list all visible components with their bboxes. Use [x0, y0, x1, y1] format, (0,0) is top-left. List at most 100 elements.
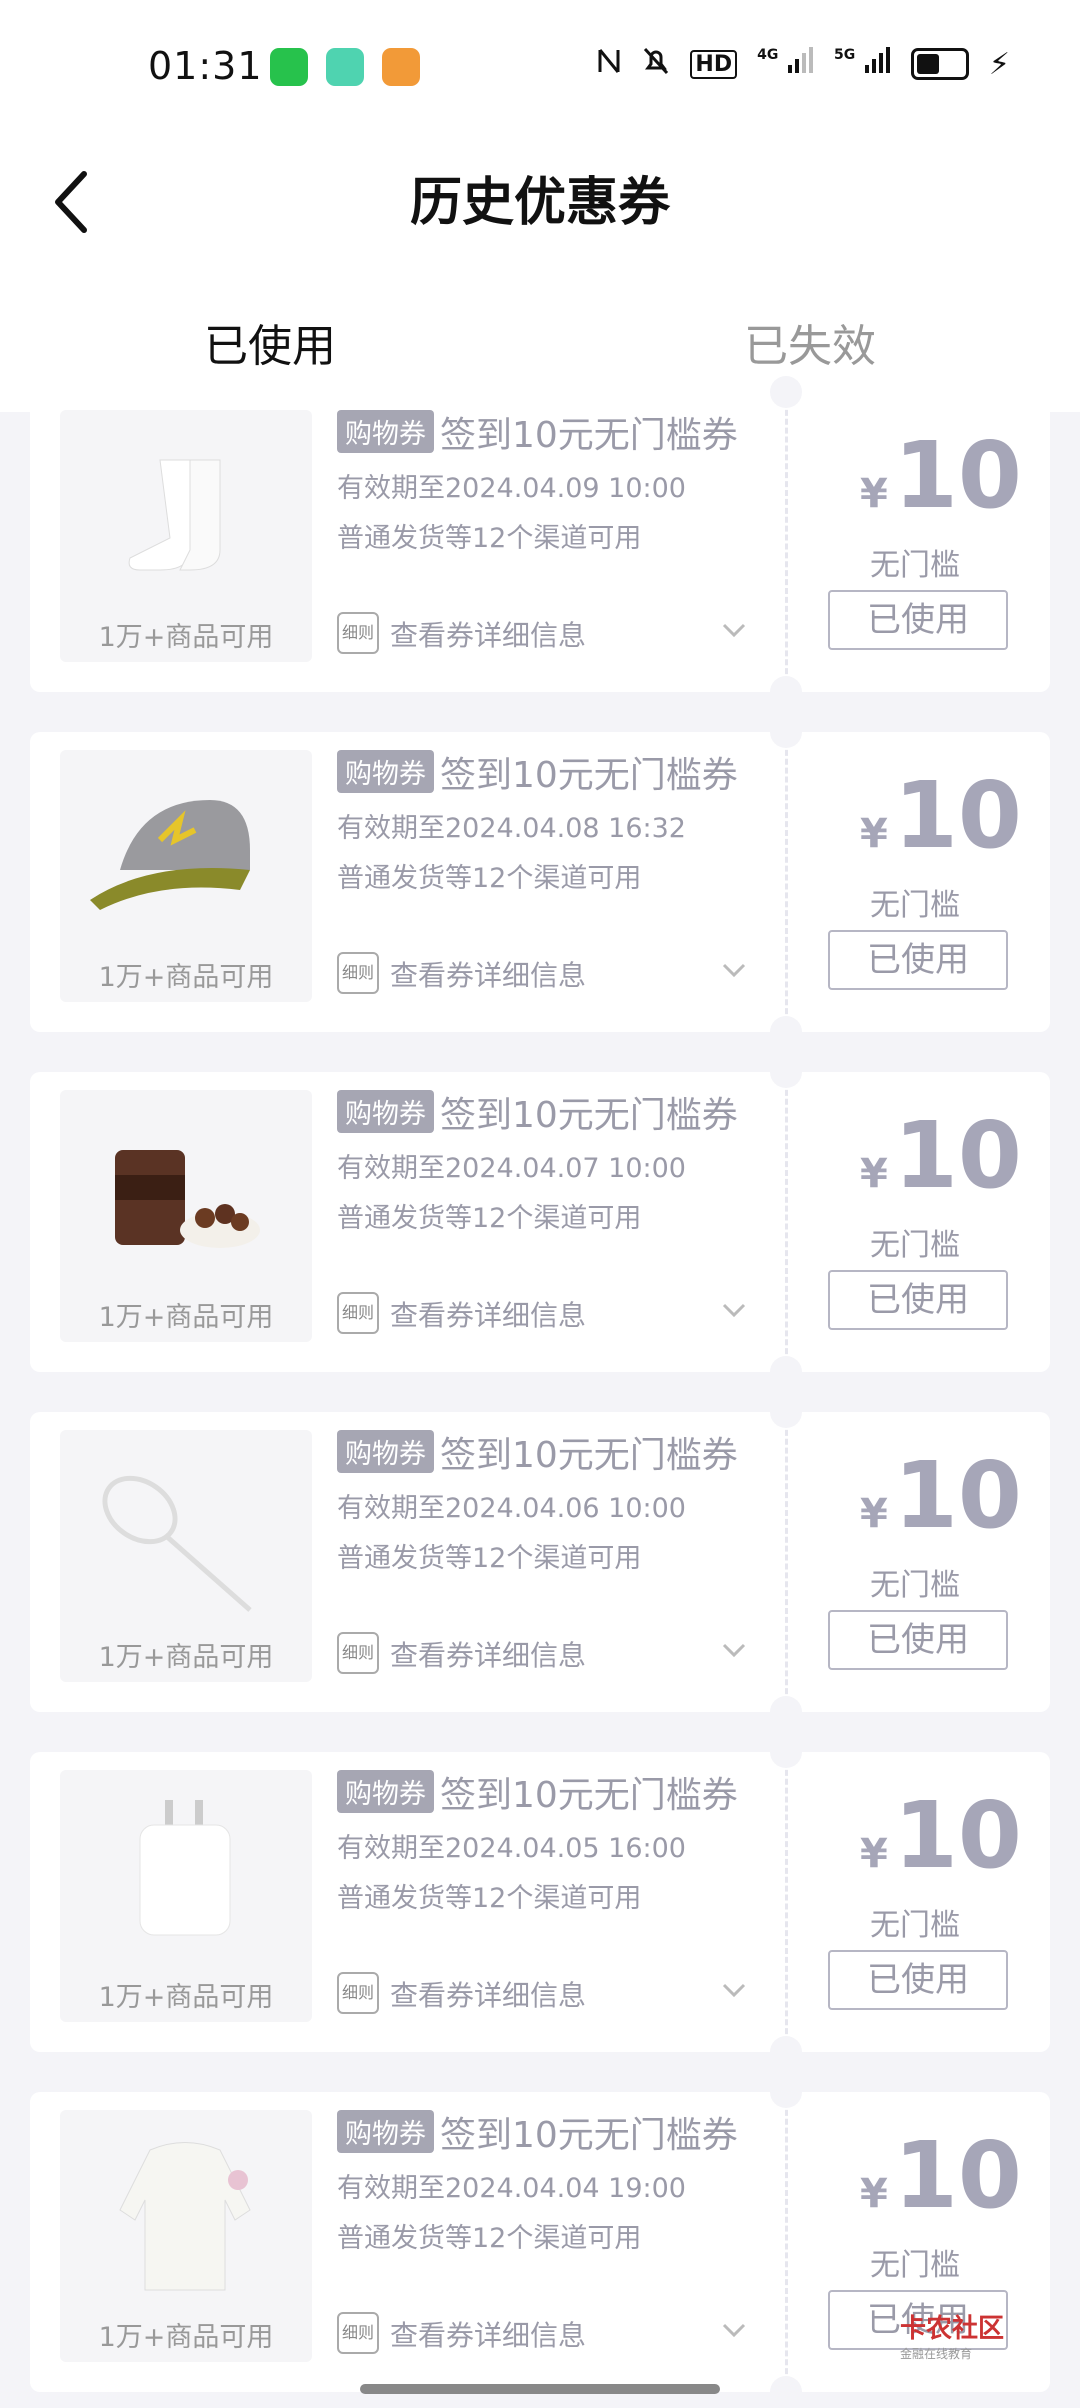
coupon-card[interactable]: 1万+商品可用 购物券 签到10元无门槛券 有效期至2024.04.08 16:… — [30, 716, 1050, 1048]
coupon-card[interactable]: 1万+商品可用 购物券 签到10元无门槛券 有效期至2024.04.09 10:… — [30, 376, 1050, 708]
coupon-expiry: 有效期至2024.04.05 16:00 — [337, 1833, 686, 1864]
used-status-button[interactable]: 已使用 — [828, 1950, 1008, 2010]
coupon-expiry: 有效期至2024.04.06 10:00 — [337, 1493, 686, 1524]
coupon-amount: ¥10 — [860, 2122, 1022, 2229]
coupon-type-badge: 购物券 — [337, 2110, 434, 2153]
coupon-title: 签到10元无门槛券 — [440, 1435, 738, 1476]
badminton-racket-icon — [60, 1430, 312, 1630]
view-details-link[interactable]: 查看券详细信息 — [390, 2314, 586, 2354]
coupon-divider — [785, 392, 788, 692]
product-thumbnail: 1万+商品可用 — [60, 750, 312, 1002]
coupon-notch — [770, 376, 802, 408]
thumb-caption: 1万+商品可用 — [98, 962, 274, 993]
currency-symbol: ¥ — [860, 1831, 888, 1877]
system-indicators: HD 4G 5G ⚡ — [596, 46, 1010, 82]
coupon-type-badge: 购物券 — [337, 1430, 434, 1473]
coupon-title: 签到10元无门槛券 — [440, 2115, 738, 2156]
coupon-threshold: 无门槛 — [870, 548, 960, 583]
tab-expired[interactable]: 已失效 — [720, 310, 900, 374]
used-status-button[interactable]: 已使用 — [828, 930, 1008, 990]
detail-info-icon: 细则 — [337, 1292, 379, 1334]
product-thumbnail: 1万+商品可用 — [60, 2110, 312, 2362]
chevron-down-icon[interactable] — [720, 2316, 748, 2344]
coupon-divider — [785, 732, 788, 1032]
status-bar: 01:31 HD 4G 5G ⚡ — [0, 0, 1080, 130]
coupon-channel: 普通发货等12个渠道可用 — [337, 1883, 642, 1914]
app-notification-icon — [270, 48, 308, 86]
coupon-notch — [770, 1356, 802, 1388]
coupon-threshold: 无门槛 — [870, 1228, 960, 1263]
coupon-divider — [785, 2092, 788, 2392]
signal-4g-icon: 4G — [757, 47, 814, 81]
socks-icon — [60, 410, 312, 610]
coupon-notch — [770, 1736, 802, 1768]
used-status-button[interactable]: 已使用 — [828, 590, 1008, 650]
coupon-divider — [785, 1752, 788, 2052]
used-status-button[interactable]: 已使用 — [828, 1610, 1008, 1670]
home-indicator[interactable] — [360, 2384, 720, 2394]
coupon-title: 签到10元无门槛券 — [440, 1775, 738, 1816]
view-details-link[interactable]: 查看券详细信息 — [390, 1974, 586, 2014]
thumb-caption: 1万+商品可用 — [98, 622, 274, 653]
chevron-down-icon[interactable] — [720, 616, 748, 644]
page-title: 历史优惠券 — [409, 173, 670, 233]
view-details-link[interactable]: 查看券详细信息 — [390, 614, 586, 654]
coupon-card[interactable]: 1万+商品可用 购物券 签到10元无门槛券 有效期至2024.04.07 10:… — [30, 1056, 1050, 1388]
mute-bell-icon — [642, 46, 670, 82]
coupon-channel: 普通发货等12个渠道可用 — [337, 863, 642, 894]
coupon-notch — [770, 1016, 802, 1048]
detail-info-icon: 细则 — [337, 1632, 379, 1674]
snack-jar-icon — [60, 1090, 312, 1290]
chevron-down-icon[interactable] — [720, 956, 748, 984]
coupon-notch — [770, 2076, 802, 2108]
coupon-amount: ¥10 — [860, 1782, 1022, 1889]
chevron-down-icon[interactable] — [720, 1976, 748, 2004]
coupon-threshold: 无门槛 — [870, 2248, 960, 2283]
detail-info-icon: 细则 — [337, 952, 379, 994]
view-details-link[interactable]: 查看券详细信息 — [390, 1294, 586, 1334]
detail-info-icon: 细则 — [337, 1972, 379, 2014]
app-notification-icon — [382, 48, 420, 86]
chevron-down-icon[interactable] — [720, 1636, 748, 1664]
currency-symbol: ¥ — [860, 811, 888, 857]
coupon-expiry: 有效期至2024.04.09 10:00 — [337, 473, 686, 504]
coupon-title: 签到10元无门槛券 — [440, 755, 738, 796]
coupon-type-badge: 购物券 — [337, 750, 434, 793]
coupon-type-badge: 购物券 — [337, 1090, 434, 1133]
coupon-expiry: 有效期至2024.04.08 16:32 — [337, 813, 686, 844]
charger-icon — [60, 1770, 312, 1970]
coupon-type-badge: 购物券 — [337, 410, 434, 453]
coupon-notch — [770, 716, 802, 748]
currency-symbol: ¥ — [860, 1491, 888, 1537]
thumb-caption: 1万+商品可用 — [98, 1982, 274, 2013]
tab-used[interactable]: 已使用 — [180, 310, 360, 374]
coupon-card[interactable]: 1万+商品可用 购物券 签到10元无门槛券 有效期至2024.04.06 10:… — [30, 1396, 1050, 1728]
currency-symbol: ¥ — [860, 1151, 888, 1197]
amount-value: 10 — [893, 762, 1022, 869]
currency-symbol: ¥ — [860, 471, 888, 517]
used-status-button[interactable]: 已使用 — [828, 1270, 1008, 1330]
thumb-caption: 1万+商品可用 — [98, 2322, 274, 2353]
app-notification-icon — [326, 48, 364, 86]
product-thumbnail: 1万+商品可用 — [60, 1430, 312, 1682]
coupon-notch — [770, 2036, 802, 2068]
signal-5g-icon: 5G — [834, 47, 891, 81]
coupon-type-badge: 购物券 — [337, 1770, 434, 1813]
jacket-icon — [60, 2110, 312, 2310]
amount-value: 10 — [893, 1102, 1022, 1209]
coupon-threshold: 无门槛 — [870, 1908, 960, 1943]
watermark-logo: 卡农社区 金融在线教育 — [900, 2314, 1005, 2361]
coupon-amount: ¥10 — [860, 422, 1022, 529]
chevron-down-icon[interactable] — [720, 1296, 748, 1324]
view-details-link[interactable]: 查看券详细信息 — [390, 954, 586, 994]
coupon-divider — [785, 1072, 788, 1372]
coupon-channel: 普通发货等12个渠道可用 — [337, 1543, 642, 1574]
amount-value: 10 — [893, 1782, 1022, 1889]
coupon-expiry: 有效期至2024.04.04 19:00 — [337, 2173, 686, 2204]
coupon-card[interactable]: 1万+商品可用 购物券 签到10元无门槛券 有效期至2024.04.05 16:… — [30, 1736, 1050, 2068]
view-details-link[interactable]: 查看券详细信息 — [390, 1634, 586, 1674]
coupon-card[interactable]: 1万+商品可用 购物券 签到10元无门槛券 有效期至2024.04.04 19:… — [30, 2076, 1050, 2408]
app-header: 历史优惠券 — [0, 130, 1080, 280]
coupon-channel: 普通发货等12个渠道可用 — [337, 523, 642, 554]
currency-symbol: ¥ — [860, 2171, 888, 2217]
